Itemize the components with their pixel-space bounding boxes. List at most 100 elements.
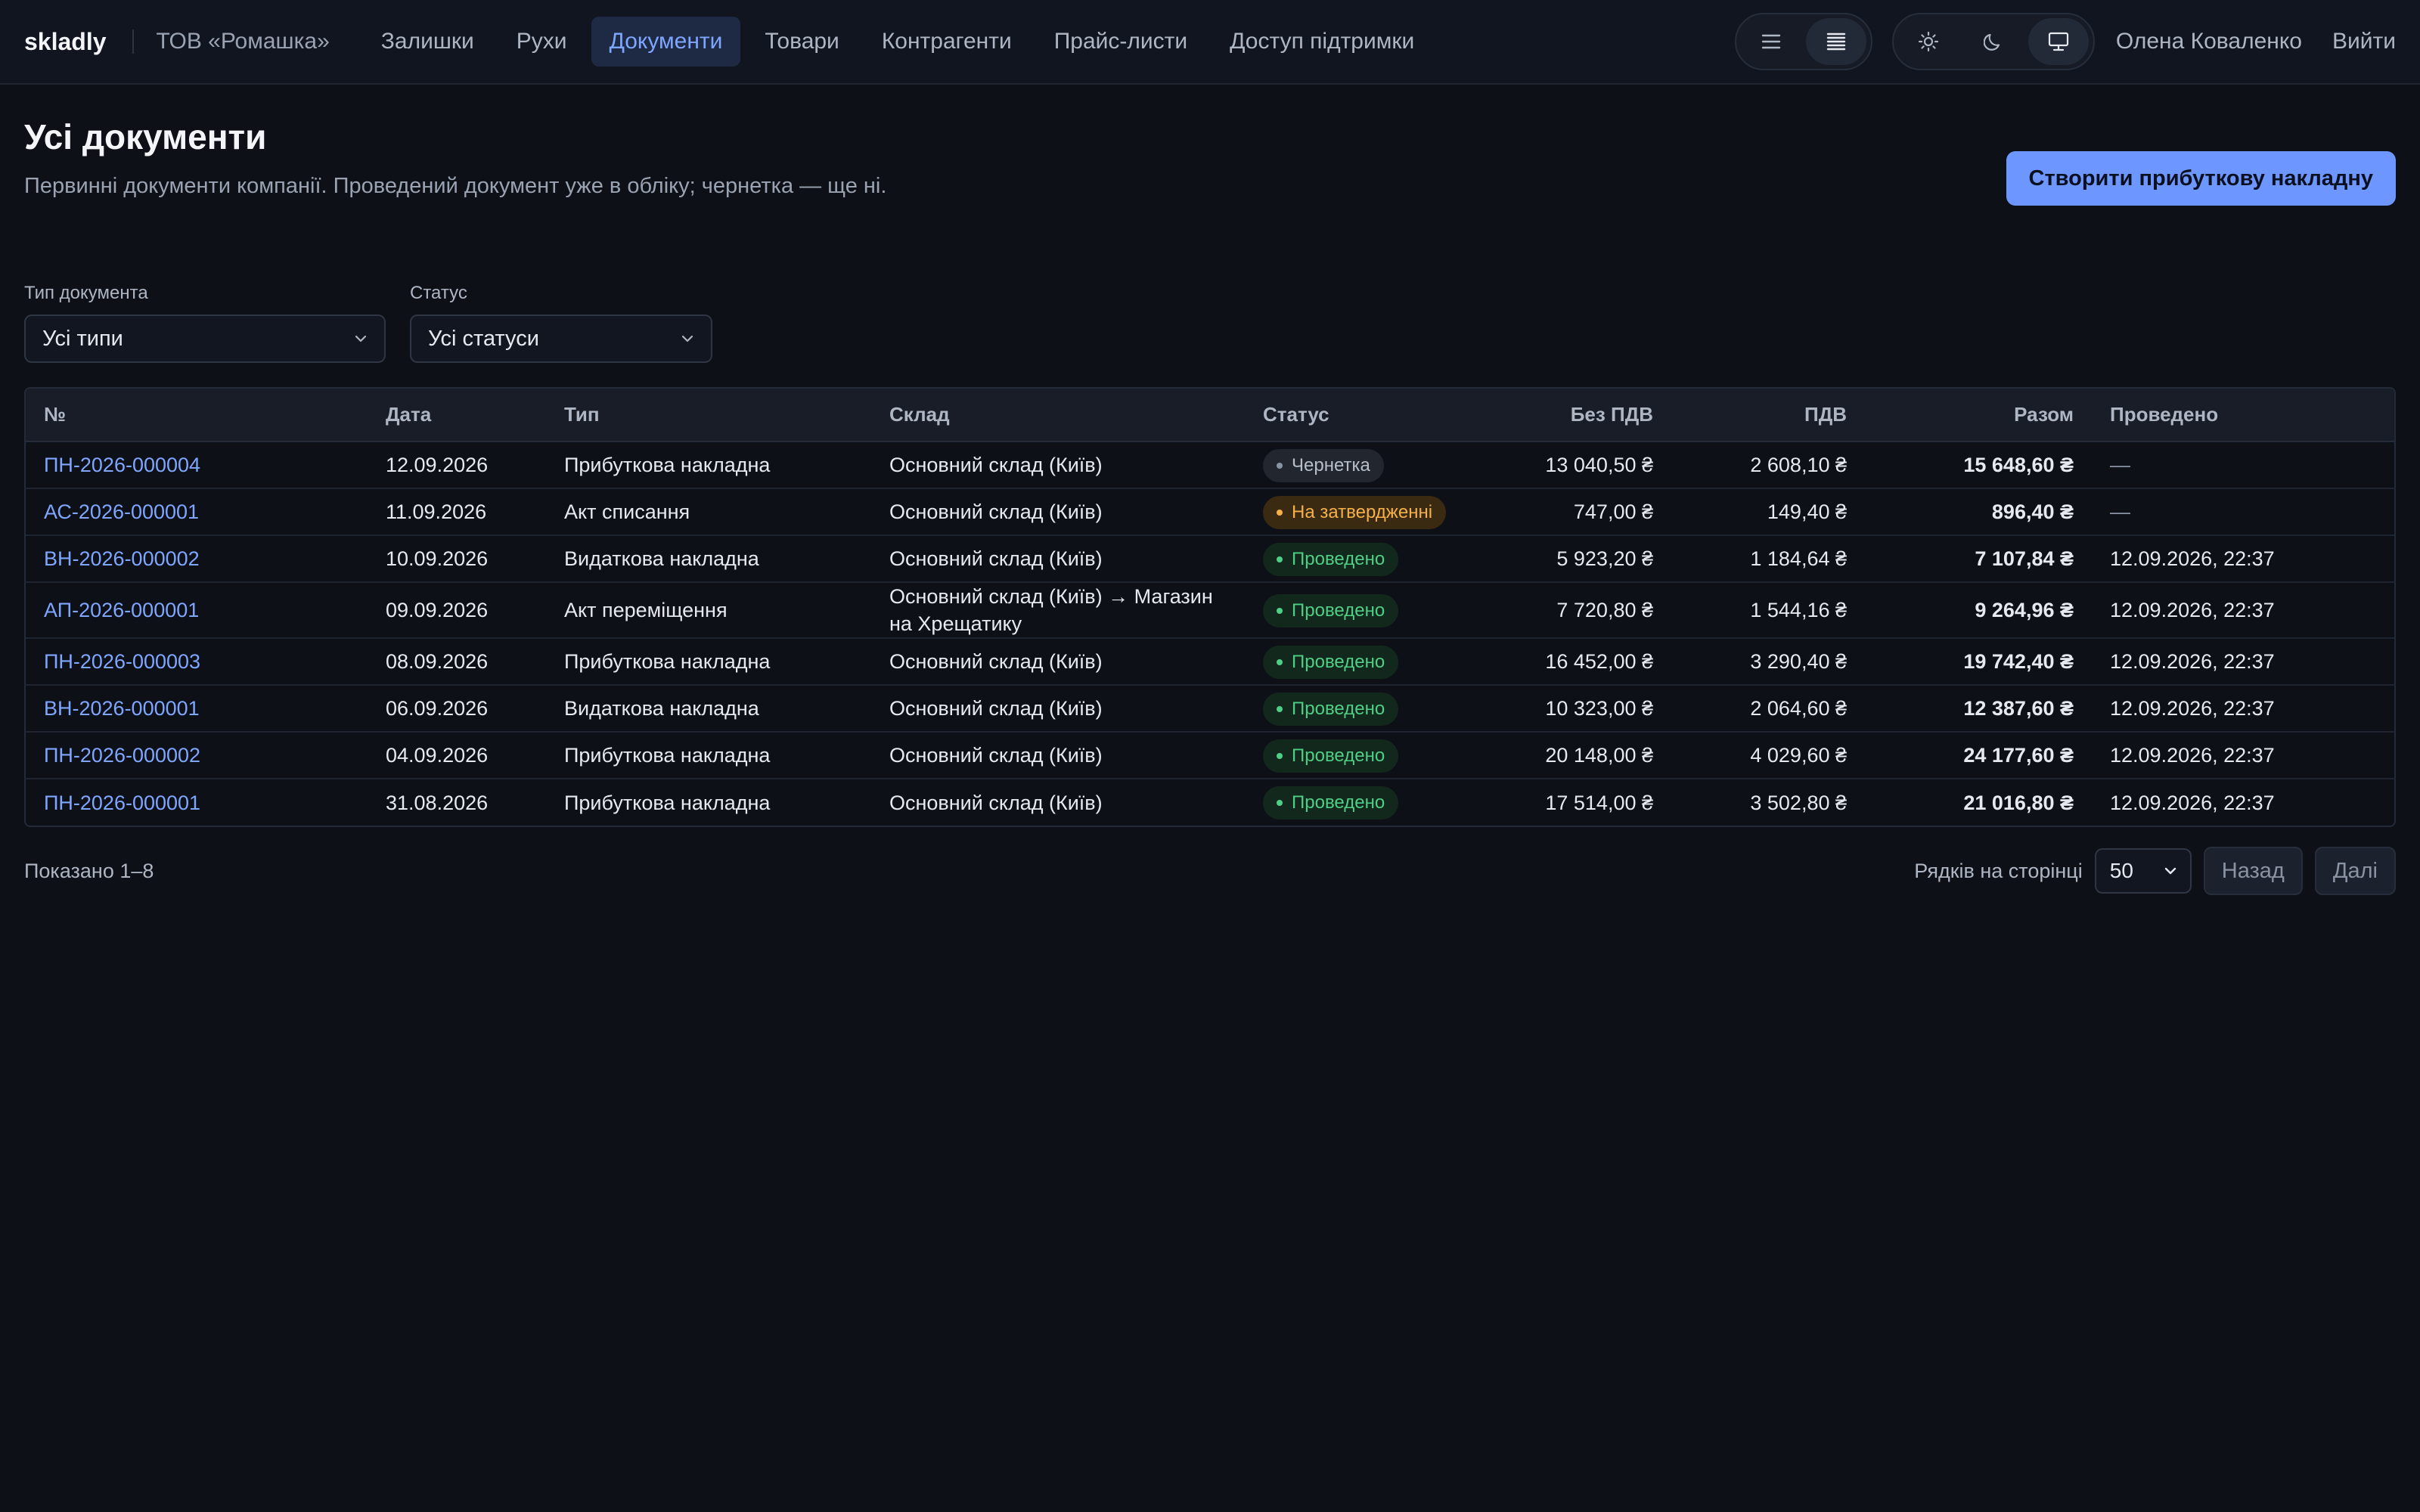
monitor-icon xyxy=(2048,32,2068,51)
document-date: 04.09.2026 xyxy=(368,732,546,779)
nav-item-counterparties[interactable]: Контрагенти xyxy=(864,17,1030,67)
nav-item-products[interactable]: Товари xyxy=(746,17,857,67)
table-body: ПН-2026-000004 12.09.2026 Прибуткова накла… xyxy=(26,442,2394,826)
nav-item-balances[interactable]: Залишки xyxy=(363,17,492,67)
document-number-link[interactable]: АП-2026-000001 xyxy=(26,582,368,639)
column-header-status[interactable]: Статус xyxy=(1245,389,1479,442)
theme-toggle xyxy=(1891,13,2095,70)
status-badge: Проведено xyxy=(1263,645,1399,679)
column-header-posted[interactable]: Проведено xyxy=(2092,389,2394,442)
amount-vat: 149,40 ₴ xyxy=(1671,488,1865,536)
amount-net: 5 923,20 ₴ xyxy=(1479,535,1671,583)
document-type: Прибуткова накладна xyxy=(546,638,871,686)
document-number-link[interactable]: ПН-2026-000002 xyxy=(26,732,368,779)
status-label: Проведено xyxy=(1292,792,1385,813)
rows-per-page-select[interactable]: 50 xyxy=(2094,848,2192,894)
nav-item-price-lists[interactable]: Прайс-листи xyxy=(1036,17,1205,67)
page-title: Усі документи xyxy=(24,117,267,156)
amount-vat: 2 608,10 ₴ xyxy=(1671,442,1865,489)
nav-item-support-access[interactable]: Доступ підтримки xyxy=(1212,17,1432,67)
status-select[interactable]: Усі статуси xyxy=(410,314,712,363)
document-number-link[interactable]: АС-2026-000001 xyxy=(26,488,368,536)
posted-at: 12.09.2026, 22:37 xyxy=(2092,685,2394,733)
document-warehouse: Основний склад (Київ) xyxy=(871,732,1245,779)
filter-type-label: Тип документа xyxy=(24,283,148,303)
document-number-link[interactable]: ПН-2026-000001 xyxy=(26,779,368,826)
theme-system-button[interactable] xyxy=(2028,18,2089,65)
theme-light-button[interactable] xyxy=(1898,18,1959,65)
document-type: Прибуткова накладна xyxy=(546,442,871,489)
document-warehouse: Основний склад (Київ) xyxy=(871,685,1245,733)
rows-per-page-value: 50 xyxy=(2109,859,2133,882)
create-incoming-invoice-button[interactable]: Створити прибуткову накладну xyxy=(2006,151,2396,206)
amount-total: 896,40 ₴ xyxy=(1865,488,2092,536)
list-icon xyxy=(1761,34,1781,49)
status-cell: Проведено xyxy=(1245,685,1479,733)
table-row[interactable]: ПН-2026-000001 31.08.2026 Прибуткова накла… xyxy=(26,779,2394,826)
posted-at: 12.09.2026, 22:37 xyxy=(2110,791,2275,814)
amount-total: 21 016,80 ₴ xyxy=(1963,791,2074,814)
amount-total: 7 107,84 ₴ xyxy=(1865,535,2092,583)
logout-link[interactable]: Вийти xyxy=(2332,29,2396,54)
document-warehouse: Основний склад (Київ) → Магазин на Хреща… xyxy=(871,582,1245,639)
density-compact-button[interactable] xyxy=(1805,18,1866,65)
column-header-net[interactable]: Без ПДВ xyxy=(1479,389,1671,442)
column-header-total[interactable]: Разом xyxy=(1865,389,2092,442)
table-row[interactable]: АС-2026-000001 11.09.2026 Акт списання Осно… xyxy=(26,488,2394,536)
document-type-value: Усі типи xyxy=(42,326,123,351)
document-date: 08.09.2026 xyxy=(368,638,546,686)
column-header-number[interactable]: № xyxy=(26,389,368,442)
status-badge: Чернетка xyxy=(1263,448,1384,482)
page-header: Усі документи Первинні документи компані… xyxy=(24,85,2396,256)
table-row[interactable]: ВН-2026-000001 06.09.2026 Видаткова наклад… xyxy=(26,685,2394,733)
status-dot-icon xyxy=(1277,556,1283,562)
moon-icon xyxy=(1983,33,2000,51)
amount-vat: 3 290,40 ₴ xyxy=(1671,638,1865,686)
document-type: Видаткова накладна xyxy=(546,535,871,583)
table-row[interactable]: ПН-2026-000003 08.09.2026 Прибуткова накла… xyxy=(26,638,2394,686)
document-number-link[interactable]: ВН-2026-000002 xyxy=(26,535,368,583)
brand-logo[interactable]: skladly xyxy=(24,28,107,56)
document-number-link[interactable]: ПН-2026-000004 xyxy=(26,442,368,489)
document-warehouse: Основний склад (Київ) xyxy=(889,791,1103,814)
column-header-date[interactable]: Дата xyxy=(368,389,546,442)
nav-item-documents[interactable]: Документи xyxy=(591,17,741,67)
document-number-link[interactable]: ВН-2026-000001 xyxy=(26,685,368,733)
status-cell: На затвердженні xyxy=(1245,488,1479,536)
filter-status-label: Статус xyxy=(410,283,467,303)
density-comfortable-button[interactable] xyxy=(1741,18,1801,65)
user-name[interactable]: Олена Коваленко xyxy=(2116,29,2302,54)
amount-total: 24 177,60 ₴ xyxy=(1865,732,2092,779)
table-row[interactable]: АП-2026-000001 09.09.2026 Акт переміщення О… xyxy=(26,582,2394,639)
table-row[interactable]: ВН-2026-000002 10.09.2026 Видаткова наклад… xyxy=(26,535,2394,583)
theme-dark-button[interactable] xyxy=(1963,18,2024,65)
sun-icon xyxy=(1918,31,1938,52)
table-row[interactable]: ПН-2026-000004 12.09.2026 Прибуткова накла… xyxy=(26,442,2394,489)
posted-at: — xyxy=(2092,488,2394,536)
company-name: ТОВ «Ромашка» xyxy=(156,29,330,54)
amount-net: 17 514,00 ₴ xyxy=(1545,791,1653,814)
document-type-select[interactable]: Усі типи xyxy=(24,314,386,363)
status-label: Проведено xyxy=(1292,651,1385,672)
status-label: На затвердженні xyxy=(1292,501,1433,522)
next-page-button[interactable]: Далі xyxy=(2314,847,2396,895)
amount-vat: 2 064,60 ₴ xyxy=(1671,685,1865,733)
posted-at: — xyxy=(2092,442,2394,489)
column-header-warehouse[interactable]: Склад xyxy=(871,389,1245,442)
nav-item-movements[interactable]: Рухи xyxy=(498,17,585,67)
document-date: 10.09.2026 xyxy=(368,535,546,583)
status-badge: Проведено xyxy=(1263,692,1399,726)
status-dot-icon xyxy=(1277,658,1283,665)
table-row[interactable]: ПН-2026-000002 04.09.2026 Прибуткова накла… xyxy=(26,732,2394,779)
status-badge: На затвердженні xyxy=(1263,495,1447,529)
document-warehouse: Основний склад (Київ) xyxy=(871,488,1245,536)
column-header-vat[interactable]: ПДВ xyxy=(1671,389,1865,442)
amount-vat: 1 184,64 ₴ xyxy=(1671,535,1865,583)
posted-at: 12.09.2026, 22:37 xyxy=(2092,732,2394,779)
prev-page-button[interactable]: Назад xyxy=(2203,847,2303,895)
document-type: Прибуткова накладна xyxy=(546,732,871,779)
document-number-link[interactable]: ПН-2026-000003 xyxy=(26,638,368,686)
document-type: Прибуткова накладна xyxy=(564,791,771,814)
status-badge: Проведено xyxy=(1263,786,1399,820)
column-header-type[interactable]: Тип xyxy=(546,389,871,442)
